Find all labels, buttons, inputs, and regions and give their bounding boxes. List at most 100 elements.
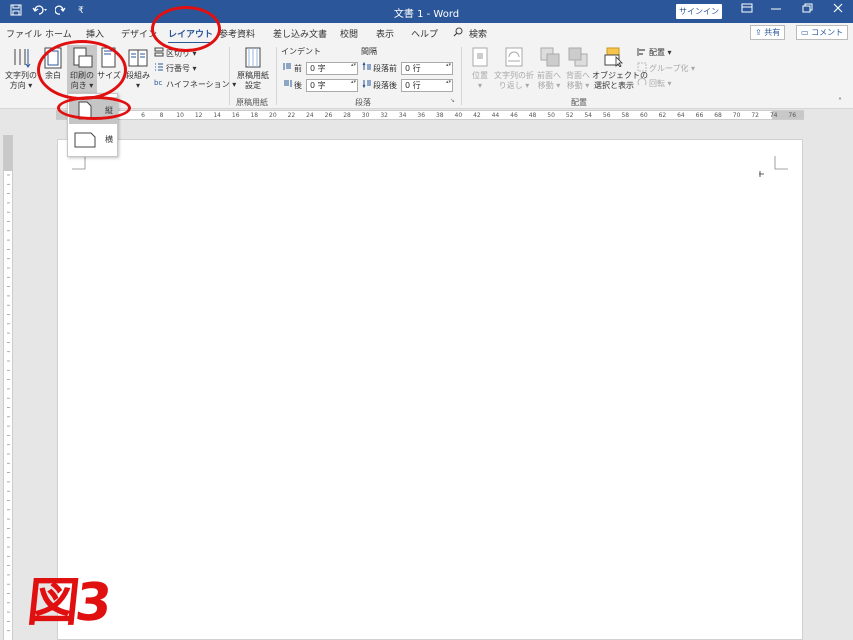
ruler-tick-label: 12 bbox=[194, 112, 203, 119]
ruler-tick-label: 30 bbox=[361, 112, 370, 119]
paragraph-dialog-launcher-icon[interactable]: ↘ bbox=[450, 97, 455, 104]
ruler-tick-label: 76 bbox=[788, 112, 797, 119]
space-before-icon bbox=[362, 61, 372, 74]
share-button[interactable]: ⇪ 共有 bbox=[750, 25, 786, 40]
space-after-icon bbox=[362, 79, 372, 91]
indent-after-input[interactable]: 0 字 bbox=[306, 79, 358, 92]
annotation-circle-layout-tab bbox=[151, 6, 221, 52]
ruler-tick-label: 72 bbox=[751, 112, 759, 119]
ruler-tick-label: 8 bbox=[159, 112, 164, 119]
breaks-icon bbox=[154, 47, 164, 60]
ruler-tick-label: 34 bbox=[398, 112, 407, 119]
close-icon[interactable] bbox=[828, 3, 848, 19]
svg-text:bc: bc bbox=[154, 79, 162, 87]
ruler-tick-label: 74 bbox=[769, 112, 778, 119]
line-numbers-icon bbox=[154, 62, 164, 75]
landscape-page-icon bbox=[74, 132, 96, 148]
minimize-icon[interactable] bbox=[766, 3, 786, 19]
text-cursor-icon bbox=[759, 171, 764, 177]
indent-before-label: 前 bbox=[294, 64, 302, 73]
rotate-icon bbox=[637, 77, 647, 90]
share-icon: ⇪ bbox=[755, 28, 765, 37]
indent-right-icon bbox=[283, 79, 292, 91]
ruler-tick-label: 68 bbox=[714, 112, 722, 119]
ruler-tick-label: 24 bbox=[306, 112, 314, 119]
comments-button[interactable]: ▭ コメント bbox=[796, 25, 849, 40]
annotation-circle-orientation-button bbox=[37, 40, 127, 100]
tab-search[interactable]: 検索 bbox=[469, 27, 487, 40]
ruler-tick-label: 38 bbox=[435, 112, 444, 119]
hyphenation-button[interactable]: ハイフネーション ▾ bbox=[166, 79, 236, 90]
horizontal-ruler[interactable]: 6 8 10 12 14 16 18 20 22 24 26 28 30 32 34 36 38 40 42 44 46… bbox=[56, 110, 804, 120]
tab-file[interactable]: ファイル bbox=[6, 27, 42, 40]
annotation-circle-portrait-item bbox=[57, 96, 131, 120]
indent-before-input[interactable]: 0 字 bbox=[306, 62, 358, 75]
wrap-text-button[interactable]: 文字列の折 り返し ▾ bbox=[492, 71, 536, 91]
tab-references[interactable]: 参考資料 bbox=[219, 27, 255, 40]
vertical-ruler[interactable] bbox=[3, 135, 13, 640]
tab-review[interactable]: 校閲 bbox=[340, 27, 358, 40]
group-separator bbox=[229, 47, 230, 105]
manuscript-group-label: 原稿用紙 bbox=[236, 98, 268, 107]
manuscript-setup-button[interactable]: 原稿用紙 設定 bbox=[233, 71, 273, 91]
spacing-label: 間隔 bbox=[361, 47, 377, 56]
ruler-tick-label: 54 bbox=[584, 112, 593, 119]
rotate-button[interactable]: 回転 ▾ bbox=[649, 78, 672, 89]
document-title: 文書 1 - Word bbox=[393, 9, 460, 20]
bring-forward-icon bbox=[540, 47, 560, 70]
ruler-tick-label: 66 bbox=[695, 112, 704, 119]
columns-button[interactable]: 段組み ▾ bbox=[124, 71, 152, 91]
ruler-tick-label: 10 bbox=[176, 112, 184, 119]
selection-pane-button[interactable]: オブジェクトの 選択と表示 bbox=[592, 71, 648, 91]
top-left-margin-mark bbox=[72, 156, 86, 170]
align-button[interactable]: 配置 ▾ bbox=[649, 47, 672, 58]
restore-icon[interactable] bbox=[797, 3, 817, 19]
tab-mailings[interactable]: 差し込み文書 bbox=[273, 27, 327, 40]
orientation-landscape-item[interactable]: 横 bbox=[69, 126, 117, 153]
ruler-tick-label: 58 bbox=[621, 112, 630, 119]
ruler-tick-label: 60 bbox=[640, 112, 648, 119]
tab-help[interactable]: ヘルプ bbox=[411, 27, 438, 40]
group-separator bbox=[461, 47, 462, 105]
wrap-text-icon bbox=[505, 47, 523, 70]
space-after-input[interactable]: 0 行 bbox=[401, 79, 453, 92]
tab-home[interactable]: ホーム bbox=[45, 27, 72, 40]
document-page[interactable] bbox=[57, 139, 803, 640]
tab-view[interactable]: 表示 bbox=[376, 27, 394, 40]
space-after-label: 段落後 bbox=[373, 81, 397, 90]
ribbon-display-options-icon[interactable] bbox=[737, 3, 757, 19]
group-separator bbox=[276, 47, 277, 105]
line-numbers-button[interactable]: 行番号 ▾ bbox=[166, 63, 197, 74]
ruler-tick-label: 40 bbox=[454, 112, 463, 119]
position-icon bbox=[472, 47, 488, 70]
align-icon bbox=[637, 47, 647, 60]
ruler-tick-label: 46 bbox=[510, 112, 518, 119]
ruler-tick-label: 56 bbox=[602, 112, 611, 119]
signin-button[interactable]: サインイン bbox=[676, 4, 722, 19]
tab-insert[interactable]: 挿入 bbox=[86, 27, 104, 40]
ruler-tick-label: 64 bbox=[677, 112, 685, 119]
send-backward-button[interactable]: 背面へ 移動 ▾ bbox=[563, 71, 593, 91]
ribbon-layout: 文字列の 方向 ▾ 余白 印刷の 向き ▾ サイズ 段組み ▾ 区切り ▾ 行番… bbox=[0, 43, 853, 109]
space-before-input[interactable]: 0 行 bbox=[401, 62, 453, 75]
collapse-ribbon-icon[interactable]: ˄ bbox=[838, 97, 842, 106]
ruler-tick-label: 26 bbox=[324, 112, 333, 119]
landscape-label: 横 bbox=[105, 135, 113, 144]
paragraph-group-label: 段落 bbox=[355, 98, 371, 107]
bring-forward-button[interactable]: 前面へ 移動 ▾ bbox=[534, 71, 564, 91]
group-objects-button[interactable]: グループ化 ▾ bbox=[649, 63, 695, 74]
search-icon[interactable] bbox=[453, 27, 463, 40]
position-button[interactable]: 位置 ▾ bbox=[466, 71, 494, 91]
text-direction-button[interactable]: 文字列の 方向 ▾ bbox=[5, 71, 37, 91]
ruler-tick-label: 18 bbox=[250, 112, 259, 119]
hyphenation-icon: bc bbox=[154, 77, 164, 90]
ruler-tick-label: 70 bbox=[732, 112, 741, 119]
ruler-tick-label: 6 bbox=[141, 112, 145, 119]
space-before-label: 段落前 bbox=[373, 64, 397, 73]
comment-icon: ▭ bbox=[801, 28, 812, 37]
manuscript-icon bbox=[245, 47, 261, 72]
ruler-tick-label: 16 bbox=[231, 112, 240, 119]
ruler-tick-label: 32 bbox=[380, 112, 388, 119]
vertical-ruler-ticks bbox=[7, 174, 10, 632]
ruler-tick-label: 36 bbox=[417, 112, 426, 119]
